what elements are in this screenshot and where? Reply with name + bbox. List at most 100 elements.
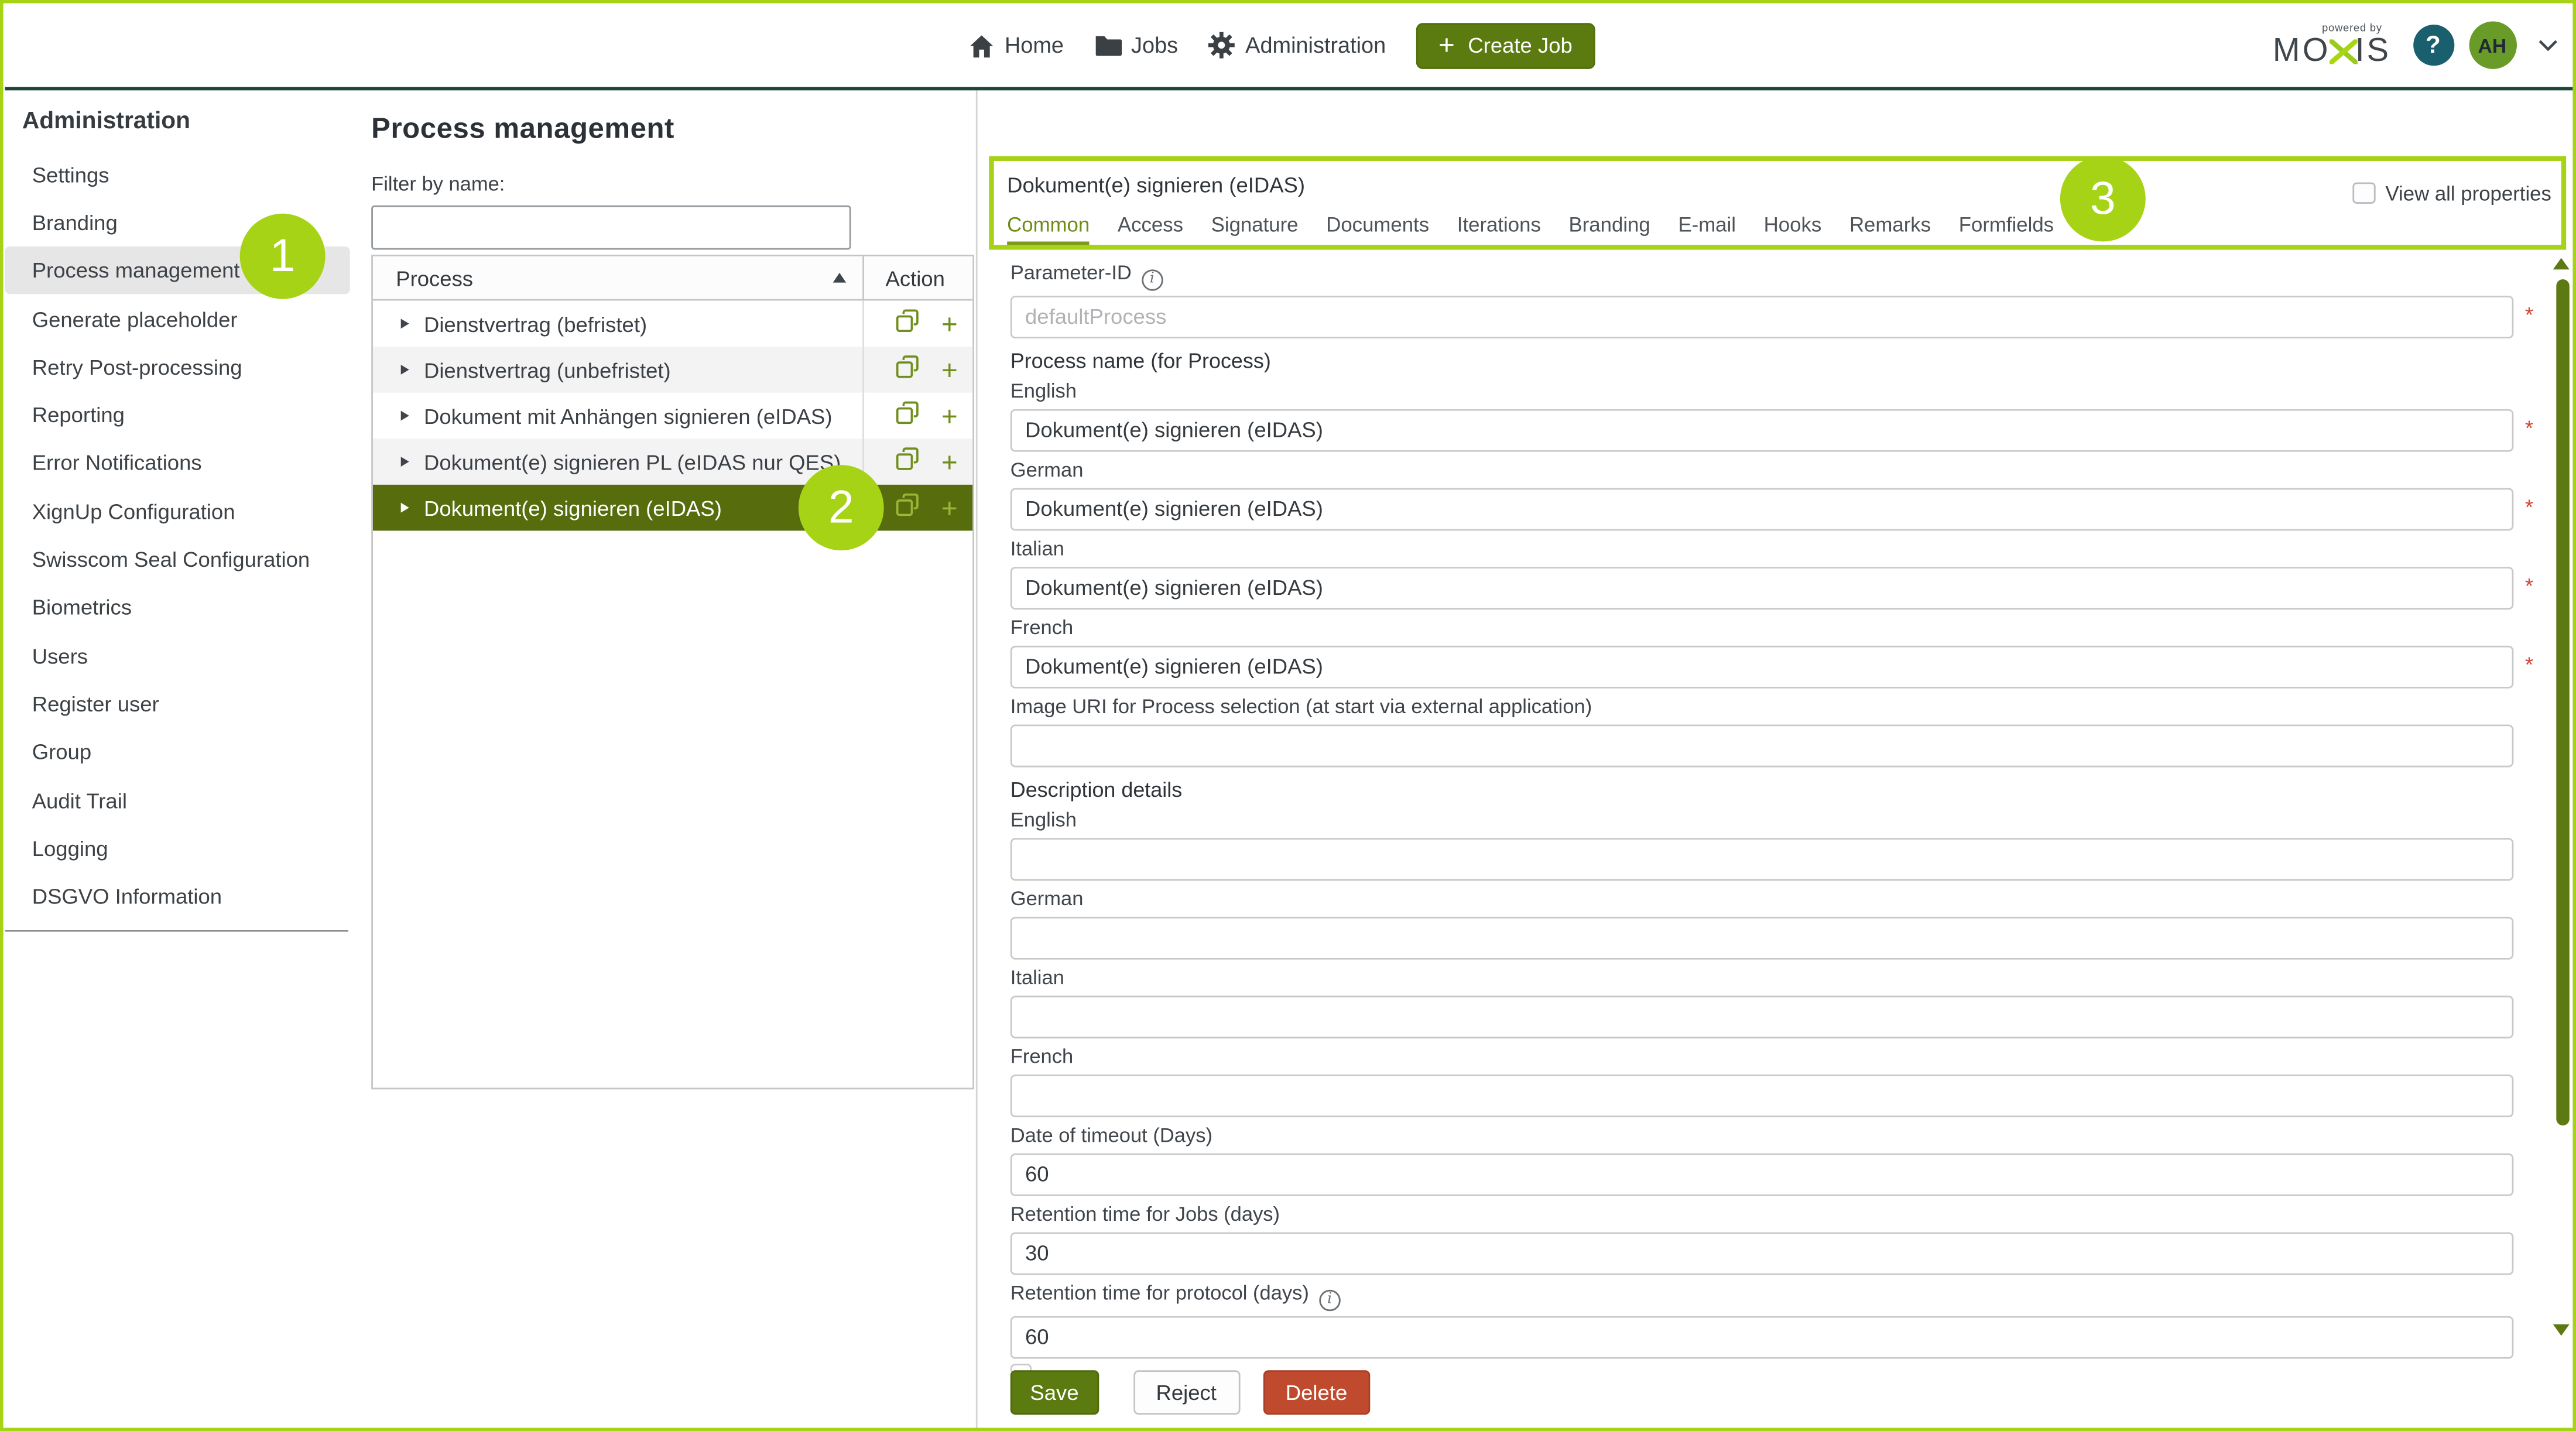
- sidebar-item-biometrics[interactable]: Biometrics: [4, 584, 349, 632]
- table-row[interactable]: Dokument(e) signieren PL (eIDAS nur QES)…: [373, 439, 972, 485]
- moxis-logo: powered by MO IS: [2273, 20, 2391, 71]
- view-all-properties-label: View all properties: [2385, 182, 2551, 204]
- save-button[interactable]: Save: [1010, 1370, 1099, 1414]
- logo-text-right: IS: [2355, 33, 2391, 71]
- tab-hooks[interactable]: Hooks: [1764, 213, 1822, 244]
- sidebar-item-generate-placeholder[interactable]: Generate placeholder: [4, 295, 349, 343]
- add-icon[interactable]: +: [941, 402, 958, 430]
- desc-french-input[interactable]: [1010, 1074, 2514, 1117]
- nav-item-administration[interactable]: Administration: [1208, 31, 1386, 59]
- help-button[interactable]: ?: [2413, 25, 2454, 66]
- desc-french-label: French: [1010, 1044, 2514, 1069]
- header-divider: [4, 86, 2572, 90]
- desc-english-input[interactable]: [1010, 837, 2514, 880]
- question-mark-icon: ?: [2426, 31, 2441, 59]
- parameter-id-label: Parameter-IDi: [1010, 261, 2514, 290]
- nav-item-jobs[interactable]: Jobs: [1094, 33, 1179, 57]
- sidebar-item-register-user[interactable]: Register user: [4, 680, 349, 728]
- tab-branding[interactable]: Branding: [1569, 213, 1650, 244]
- sidebar-item-error-notifications[interactable]: Error Notifications: [4, 439, 349, 487]
- required-asterisk: *: [2525, 494, 2533, 518]
- tab-common[interactable]: Common: [1007, 213, 1090, 244]
- tab-formfields[interactable]: Formfields: [1959, 213, 2054, 244]
- scroll-up-arrow-icon[interactable]: [2553, 258, 2570, 270]
- sidebar-item-xignup-configuration[interactable]: XignUp Configuration: [4, 487, 349, 535]
- filter-by-name-input[interactable]: [371, 204, 851, 249]
- desc-german-input[interactable]: [1010, 916, 2514, 958]
- duplicate-icon[interactable]: [895, 401, 920, 431]
- info-icon[interactable]: i: [1319, 1289, 1340, 1310]
- scrollbar-thumb[interactable]: [2556, 279, 2568, 1125]
- expand-caret-icon[interactable]: [401, 319, 409, 328]
- expand-caret-icon[interactable]: [401, 503, 409, 513]
- jobs-folder-icon: [1094, 33, 1122, 57]
- reject-button[interactable]: Reject: [1133, 1370, 1239, 1414]
- sidebar-item-group[interactable]: Group: [4, 728, 349, 776]
- sidebar-item-audit-trail[interactable]: Audit Trail: [4, 776, 349, 824]
- duplicate-icon[interactable]: [895, 355, 920, 385]
- logo-x-icon: [2331, 39, 2355, 64]
- detail-header-highlight: Dokument(e) signieren (eIDAS) Common Acc…: [989, 155, 2566, 249]
- required-asterisk: *: [2525, 415, 2533, 440]
- description-section-header: Description details: [1010, 776, 2514, 801]
- scroll-down-arrow-icon[interactable]: [2553, 1324, 2570, 1336]
- sidebar-item-settings[interactable]: Settings: [4, 150, 349, 198]
- name-english-input[interactable]: [1010, 408, 2514, 451]
- retention-protocol-label: Retention time for protocol (days)i: [1010, 1281, 2514, 1310]
- name-french-input[interactable]: [1010, 645, 2514, 687]
- desc-italian-input[interactable]: [1010, 995, 2514, 1038]
- tab-iterations[interactable]: Iterations: [1457, 213, 1541, 244]
- sidebar-item-swisscom-seal-configuration[interactable]: Swisscom Seal Configuration: [4, 535, 349, 583]
- table-row[interactable]: Dokument mit Anhängen signieren (eIDAS) …: [373, 393, 972, 439]
- callout-badge-2: 2: [799, 465, 884, 550]
- sidebar-item-logging[interactable]: Logging: [4, 824, 349, 872]
- expand-caret-icon[interactable]: [401, 411, 409, 421]
- callout-badge-3: 3: [2060, 156, 2146, 242]
- nav-item-home[interactable]: Home: [967, 32, 1064, 59]
- name-english-label: English: [1010, 379, 2514, 403]
- sidebar-item-reporting[interactable]: Reporting: [4, 391, 349, 439]
- table-row[interactable]: Dienstvertrag (befristet) +: [373, 301, 972, 347]
- add-icon[interactable]: +: [941, 448, 958, 476]
- add-icon[interactable]: +: [941, 494, 958, 522]
- sidebar-item-users[interactable]: Users: [4, 632, 349, 680]
- duplicate-icon[interactable]: [895, 447, 920, 477]
- tab-signature[interactable]: Signature: [1211, 213, 1299, 244]
- name-italian-input[interactable]: [1010, 566, 2514, 609]
- powered-by-text: powered by: [2322, 23, 2382, 35]
- table-row[interactable]: Dienstvertrag (unbefristet) +: [373, 347, 972, 393]
- panel-scrollbar[interactable]: [2555, 258, 2570, 1341]
- expand-caret-icon[interactable]: [401, 457, 409, 467]
- view-all-properties[interactable]: View all properties: [2354, 182, 2551, 204]
- sidebar-item-retry-post-processing[interactable]: Retry Post-processing: [4, 343, 349, 391]
- user-avatar[interactable]: AH: [2468, 21, 2516, 69]
- tab-documents[interactable]: Documents: [1326, 213, 1429, 244]
- info-icon[interactable]: i: [1142, 269, 1163, 290]
- delete-button[interactable]: Delete: [1263, 1370, 1371, 1414]
- sidebar-item-dsgvo-information[interactable]: DSGVO Information: [4, 872, 349, 920]
- required-asterisk: *: [2525, 573, 2533, 597]
- user-menu-toggle[interactable]: [2537, 30, 2557, 60]
- parameter-id-input[interactable]: [1010, 295, 2514, 338]
- timeout-input[interactable]: [1010, 1152, 2514, 1195]
- administration-gear-icon: [1208, 31, 1236, 59]
- duplicate-icon[interactable]: [895, 493, 920, 523]
- tab-access[interactable]: Access: [1118, 213, 1183, 244]
- tab-email[interactable]: E-mail: [1678, 213, 1736, 244]
- tab-remarks[interactable]: Remarks: [1849, 213, 1931, 244]
- image-uri-input[interactable]: [1010, 724, 2514, 766]
- view-all-properties-checkbox[interactable]: [2354, 182, 2376, 204]
- retention-jobs-input[interactable]: [1010, 1231, 2514, 1274]
- add-icon[interactable]: +: [941, 356, 958, 384]
- column-header-process[interactable]: Process: [373, 256, 864, 299]
- add-icon[interactable]: +: [941, 310, 958, 338]
- avatar-initials: AH: [2478, 34, 2507, 57]
- image-uri-label: Image URI for Process selection (at star…: [1010, 694, 2514, 719]
- nav-label: Jobs: [1131, 33, 1178, 57]
- retention-protocol-input[interactable]: [1010, 1315, 2514, 1358]
- duplicate-icon[interactable]: [895, 309, 920, 339]
- create-job-button[interactable]: + Create Job: [1416, 22, 1595, 69]
- expand-caret-icon[interactable]: [401, 365, 409, 375]
- name-german-input[interactable]: [1010, 487, 2514, 530]
- process-list-pane: Process management Filter by name: Proce…: [371, 90, 976, 1427]
